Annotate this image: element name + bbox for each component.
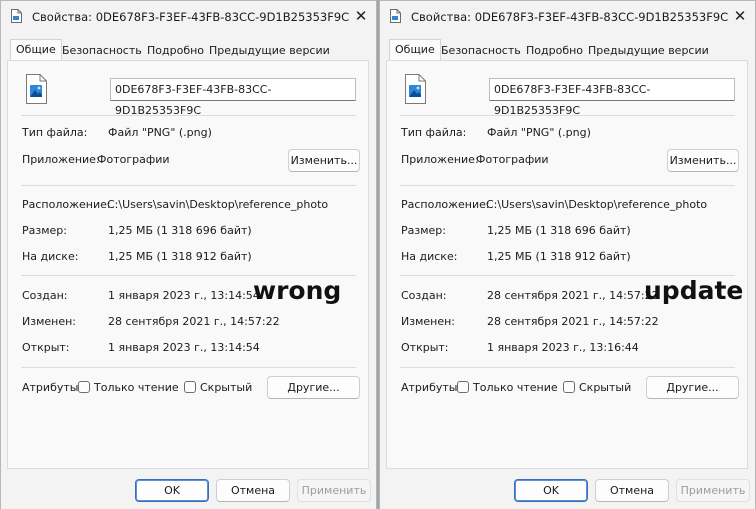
advanced-attributes-button[interactable]: Другие... xyxy=(267,376,360,399)
location-label: Расположение: xyxy=(401,198,490,211)
document-icon xyxy=(390,9,401,23)
annotation-label: update xyxy=(644,276,744,305)
window-title: Свойства: 0DE678F3-F3EF-43FB-83CC-9D1B25… xyxy=(32,10,350,24)
file-type-label: Тип файла: xyxy=(22,126,88,139)
created-label: Создан: xyxy=(22,289,68,302)
png-image-file-icon xyxy=(26,74,47,104)
general-panel xyxy=(7,60,369,469)
cancel-button[interactable]: Отмена xyxy=(595,479,669,502)
separator xyxy=(400,115,735,116)
size-value: 1,25 МБ (1 318 696 байт) xyxy=(108,224,252,237)
separator xyxy=(400,367,735,368)
tab-details[interactable]: Подробно xyxy=(521,41,588,60)
title-bar: Свойства: 0DE678F3-F3EF-43FB-83CC-9D1B25… xyxy=(380,1,755,33)
size-on-disk-value: 1,25 МБ (1 318 912 байт) xyxy=(487,250,631,263)
separator xyxy=(400,185,735,186)
modified-value: 28 сентября 2021 г., 14:57:22 xyxy=(108,315,280,328)
accessed-label: Открыт: xyxy=(22,341,70,354)
general-panel xyxy=(386,60,748,469)
location-label: Расположение: xyxy=(22,198,111,211)
tab-general[interactable]: Общие xyxy=(10,39,62,61)
dialog-footer: OK Отмена Применить xyxy=(380,471,755,509)
window-title: Свойства: 0DE678F3-F3EF-43FB-83CC-9D1B25… xyxy=(411,10,729,24)
attributes-label: Атрибуты: xyxy=(22,381,83,394)
location-value: C:\Users\savin\Desktop\reference_photo xyxy=(107,198,329,211)
application-label: Приложение: xyxy=(401,153,479,166)
tab-security[interactable]: Безопасность xyxy=(436,41,526,60)
application-value: Фотографии xyxy=(97,153,170,166)
hidden-checkbox-label: Скрытый xyxy=(200,381,253,394)
readonly-checkbox-label: Только чтение xyxy=(94,381,179,394)
tab-general[interactable]: Общие xyxy=(389,39,441,61)
apply-button[interactable]: Применить xyxy=(297,479,371,502)
size-on-disk-value: 1,25 МБ (1 318 912 байт) xyxy=(108,250,252,263)
tab-security[interactable]: Безопасность xyxy=(57,41,147,60)
ok-button[interactable]: OK xyxy=(514,479,588,502)
readonly-checkbox[interactable] xyxy=(78,381,90,393)
attributes-label: Атрибуты: xyxy=(401,381,462,394)
properties-dialog-right: Свойства: 0DE678F3-F3EF-43FB-83CC-9D1B25… xyxy=(379,0,756,509)
created-label: Создан: xyxy=(401,289,447,302)
title-bar: Свойства: 0DE678F3-F3EF-43FB-83CC-9D1B25… xyxy=(1,1,376,33)
modified-value: 28 сентября 2021 г., 14:57:22 xyxy=(487,315,659,328)
file-name-field[interactable]: 0DE678F3-F3EF-43FB-83CC-9D1B25353F9C xyxy=(489,78,735,117)
separator xyxy=(21,185,356,186)
application-label: Приложение: xyxy=(22,153,100,166)
change-app-button[interactable]: Изменить... xyxy=(667,149,739,172)
file-type-value: Файл "PNG" (.png) xyxy=(487,126,591,139)
ok-button[interactable]: OK xyxy=(135,479,209,502)
readonly-checkbox[interactable] xyxy=(457,381,469,393)
annotation-label: wrong xyxy=(253,276,342,305)
file-type-label: Тип файла: xyxy=(401,126,467,139)
accessed-value: 1 января 2023 г., 13:16:44 xyxy=(487,341,639,354)
file-type-value: Файл "PNG" (.png) xyxy=(108,126,212,139)
properties-dialog-left: Свойства: 0DE678F3-F3EF-43FB-83CC-9D1B25… xyxy=(0,0,377,509)
created-value: 1 января 2023 г., 13:14:54 xyxy=(108,289,260,302)
separator xyxy=(21,367,356,368)
hidden-checkbox-label: Скрытый xyxy=(579,381,632,394)
modified-label: Изменен: xyxy=(22,315,77,328)
hidden-checkbox[interactable] xyxy=(184,381,196,393)
accessed-label: Открыт: xyxy=(401,341,449,354)
advanced-attributes-button[interactable]: Другие... xyxy=(646,376,739,399)
size-label: Размер: xyxy=(22,224,67,237)
tab-details[interactable]: Подробно xyxy=(142,41,209,60)
close-icon[interactable]: ✕ xyxy=(725,1,755,31)
png-image-file-icon xyxy=(405,74,426,104)
document-icon xyxy=(11,9,22,23)
readonly-checkbox-label: Только чтение xyxy=(473,381,558,394)
tab-previous-versions[interactable]: Предыдущие версии xyxy=(204,41,335,60)
size-value: 1,25 МБ (1 318 696 байт) xyxy=(487,224,631,237)
modified-label: Изменен: xyxy=(401,315,456,328)
size-label: Размер: xyxy=(401,224,446,237)
application-value: Фотографии xyxy=(476,153,549,166)
apply-button[interactable]: Применить xyxy=(676,479,750,502)
location-value: C:\Users\savin\Desktop\reference_photo xyxy=(486,198,708,211)
close-icon[interactable]: ✕ xyxy=(346,1,376,31)
change-app-button[interactable]: Изменить... xyxy=(288,149,360,172)
size-on-disk-label: На диске: xyxy=(22,250,79,263)
accessed-value: 1 января 2023 г., 13:14:54 xyxy=(108,341,260,354)
created-value: 28 сентября 2021 г., 14:57:22 xyxy=(487,289,659,302)
dialog-footer: OK Отмена Применить xyxy=(1,471,376,509)
separator xyxy=(21,115,356,116)
tab-previous-versions[interactable]: Предыдущие версии xyxy=(583,41,714,60)
cancel-button[interactable]: Отмена xyxy=(216,479,290,502)
size-on-disk-label: На диске: xyxy=(401,250,458,263)
file-name-field[interactable]: 0DE678F3-F3EF-43FB-83CC-9D1B25353F9C xyxy=(110,78,356,117)
hidden-checkbox[interactable] xyxy=(563,381,575,393)
